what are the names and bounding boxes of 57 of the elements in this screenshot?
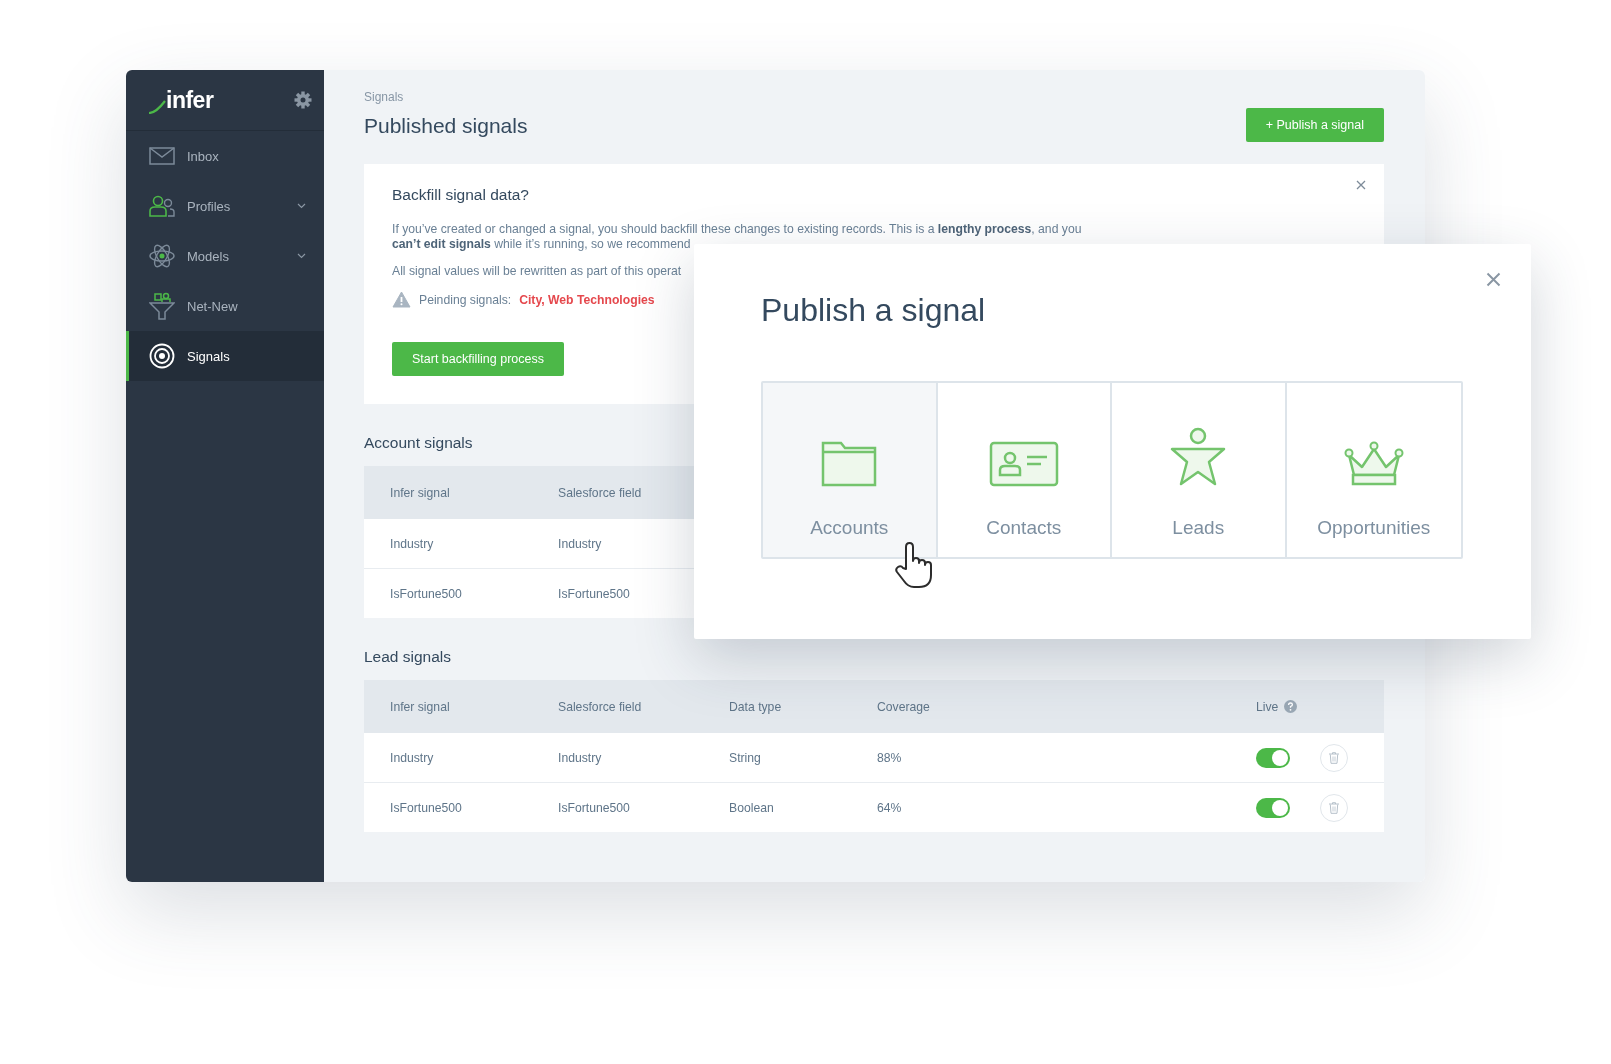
delete-button[interactable] (1320, 793, 1348, 822)
table-cell: IsFortune500 (532, 782, 703, 832)
start-backfill-button[interactable]: Start backfilling process (392, 342, 564, 376)
delete-button[interactable] (1320, 743, 1348, 772)
crown-icon (1343, 441, 1404, 487)
hand-cursor-icon (894, 541, 934, 589)
settings-icon[interactable] (294, 91, 312, 109)
paragraph: If you’ve created or changed a signal, you should backfill these changes to existing records. This is a lengthy process, and you can’t edit signals while it’s running, so we recommend (392, 222, 1083, 252)
sidebar-item[interactable]: Signals (126, 331, 324, 381)
logo: infer (166, 86, 214, 114)
column-header: Salesforce field (532, 680, 703, 733)
live-toggle[interactable] (1256, 747, 1290, 768)
sidebar-item[interactable]: Net-New (126, 281, 324, 331)
breadcrumb[interactable]: Signals (364, 90, 528, 104)
trash-icon (1329, 751, 1339, 764)
close-icon[interactable] (1486, 272, 1501, 287)
table-cell: IsFortune500 (364, 568, 532, 618)
people-icon (149, 195, 175, 217)
sidebar-item[interactable]: Models (126, 231, 324, 281)
sidebar-item[interactable]: Inbox (126, 131, 324, 181)
folder-icon (821, 441, 878, 487)
column-header: Data type (703, 680, 851, 733)
table-cell: Industry (364, 519, 532, 569)
live-toggle[interactable] (1256, 797, 1290, 818)
warning-icon (392, 291, 411, 308)
dialog-title: Publish a signal (761, 292, 987, 329)
id-card-icon (988, 441, 1059, 487)
close-icon[interactable] (1356, 180, 1366, 190)
table-cell: 88% (851, 733, 1230, 783)
trash-icon (1329, 801, 1339, 814)
table-cell: Boolean (703, 782, 851, 832)
table-cell: IsFortune500 (532, 568, 703, 618)
page-title: Published signals (364, 114, 528, 138)
pending-signals: City, Web Technologies (519, 292, 655, 307)
section-title: Account signals (364, 434, 473, 452)
column-header: Live (1256, 699, 1279, 714)
column-header: Infer signal (364, 680, 532, 733)
column-header: Infer signal (364, 466, 532, 519)
card-title: Backfill signal data? (392, 186, 530, 204)
publish-button[interactable]: + Publish a signal (1245, 108, 1384, 142)
table-cell: Industry (532, 733, 703, 783)
envelope-icon (149, 147, 175, 165)
sidebar-item[interactable]: Profiles (126, 181, 324, 231)
star-figure-icon (1169, 427, 1228, 487)
help-icon[interactable] (1284, 700, 1298, 713)
atom-icon (149, 243, 175, 269)
swoosh-icon (148, 99, 166, 114)
section-title: Lead signals (364, 648, 452, 666)
table-cell: IsFortune500 (364, 782, 532, 832)
paragraph: All signal values will be rewritten as part of this operat (392, 264, 683, 279)
pending-label: Peinding signals: (419, 292, 512, 307)
target-icon (149, 343, 175, 369)
table-cell: 64% (851, 782, 1230, 832)
table-cell: String (703, 733, 851, 783)
funnel-icon (149, 292, 175, 320)
column-header: Coverage (851, 680, 1230, 733)
table-cell: Industry (364, 733, 532, 783)
